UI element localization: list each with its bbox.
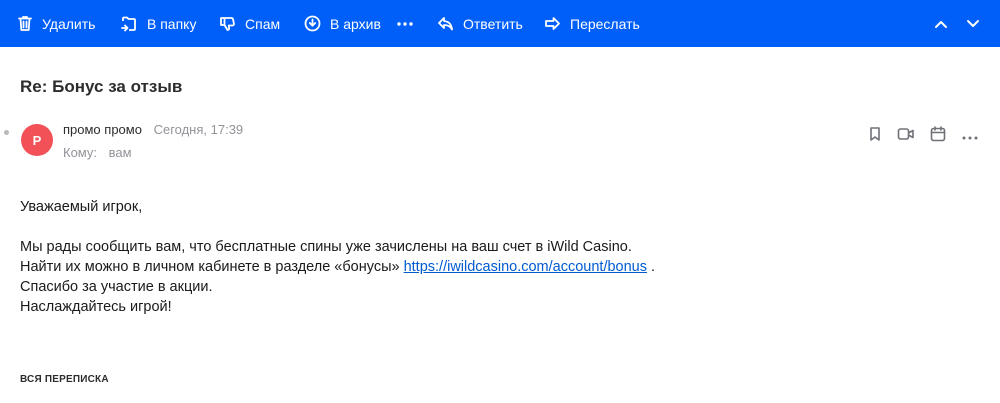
archive-button[interactable]: В архив [304,0,381,47]
video-call-button[interactable] [896,126,916,146]
reply-button[interactable]: Ответить [437,0,523,47]
full-thread-link[interactable]: ВСЯ ПЕРЕПИСКА [20,374,109,385]
chevron-up-icon [933,19,949,29]
to-label: Кому: [63,145,97,160]
message-body: Уважаемый игрок, Мы рады сообщить вам, ч… [20,197,655,317]
video-call-icon [897,126,915,147]
chevron-down-icon [965,19,981,29]
forward-button[interactable]: Переслать [544,0,640,47]
sender-name[interactable]: промо промо [63,122,142,137]
archive-icon [304,15,321,32]
sender-avatar[interactable]: P [21,124,53,156]
folder-label: В папку [147,15,197,32]
delete-button[interactable]: Удалить [17,0,95,47]
trash-icon [17,15,33,32]
body-greeting: Уважаемый игрок, [20,199,143,215]
bonus-link[interactable]: https://iwildcasino.com/account/bonus [404,259,647,275]
sender-line: промо промо Сегодня, 17:39 [63,122,243,137]
archive-label: В архив [330,15,381,32]
previous-message-button[interactable] [933,0,949,47]
more-icon [962,127,978,145]
reply-icon [437,16,454,32]
calendar-icon [930,125,946,147]
move-to-folder-button[interactable]: В папку [120,0,196,47]
bookmark-icon [868,126,882,147]
message-subject: Re: Бонус за отзыв [20,77,183,96]
body-line-1: Мы рады сообщить вам, что бесплатные спи… [20,239,632,255]
message-actions [865,125,985,147]
unread-indicator[interactable] [4,130,9,135]
body-line-2-suffix: . [646,259,656,275]
body-line-4: Наслаждайтесь игрой! [20,299,172,315]
to-value[interactable]: вам [109,145,132,160]
more-icon [396,21,414,27]
forward-label: Переслать [570,15,640,32]
bookmark-button[interactable] [865,126,885,146]
reply-label: Ответить [463,15,523,32]
more-actions-button[interactable] [396,0,414,47]
next-message-button[interactable] [965,0,981,47]
body-line-2: Найти их можно в личном кабинете в разде… [20,257,655,277]
body-line-2-text: Найти их можно в личном кабинете в разде… [20,259,404,275]
delete-label: Удалить [42,15,96,32]
spam-label: Спам [245,15,281,32]
calendar-button[interactable] [928,125,948,147]
forward-icon [544,16,561,32]
thumbs-down-icon [219,15,236,32]
recipients-line: Кому: вам [63,145,132,160]
body-line-3: Спасибо за участие в акции. [20,279,213,295]
message-more-button[interactable] [960,126,980,146]
message-date: Сегодня, 17:39 [153,122,244,137]
spam-button[interactable]: Спам [219,0,280,47]
message-toolbar: Удалить В папку Спам В архив Ответить Пе… [0,0,1000,47]
folder-move-icon [120,15,138,33]
